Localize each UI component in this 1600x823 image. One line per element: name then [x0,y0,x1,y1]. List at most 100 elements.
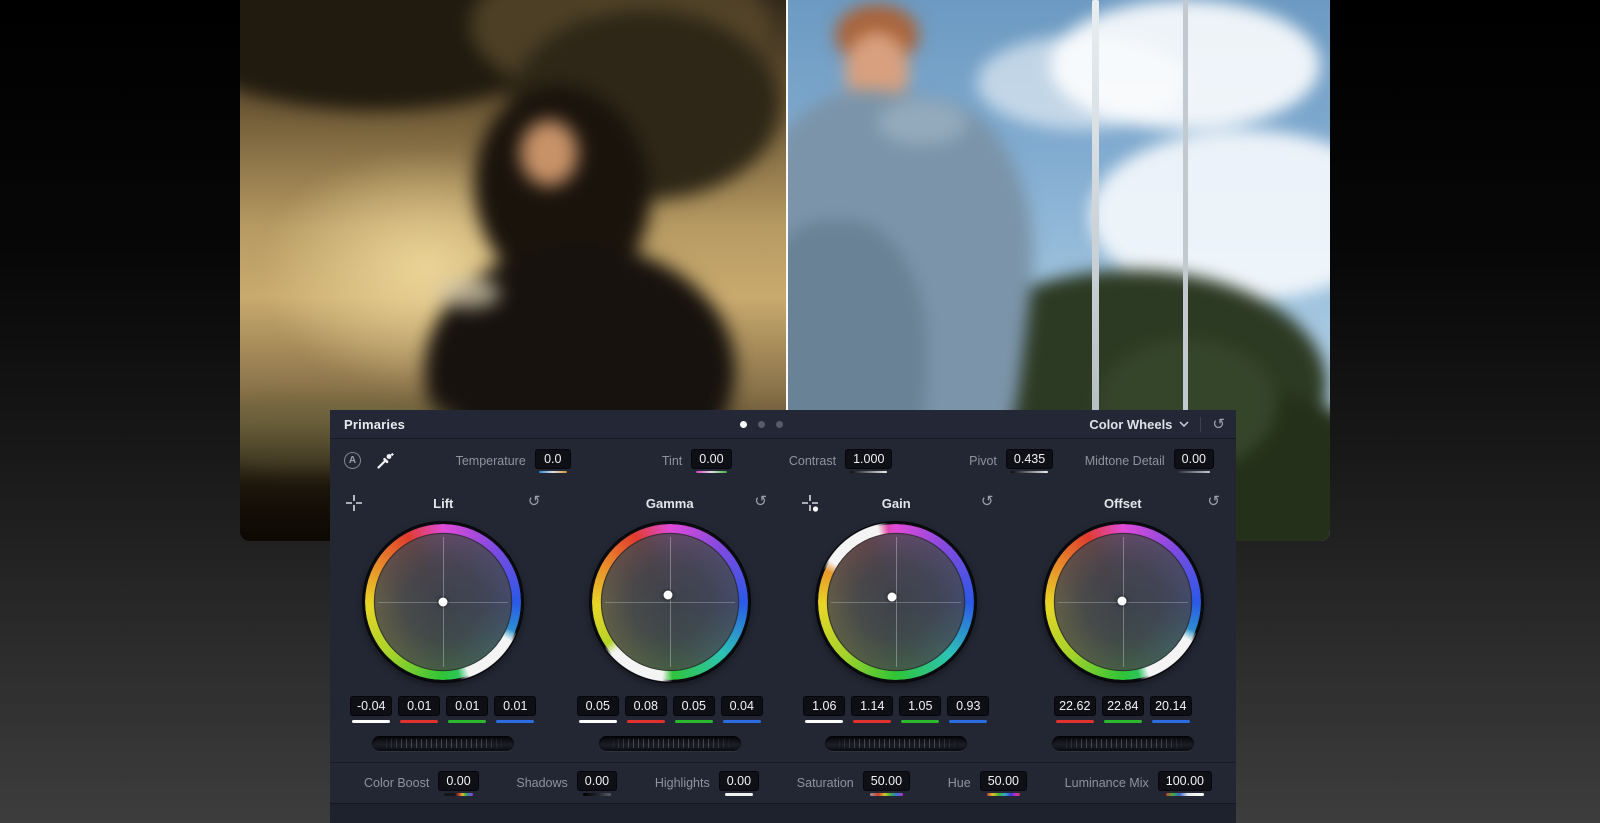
lift-wheel[interactable] [363,522,523,682]
color-boost-range-strip [444,793,472,796]
temperature-control: Temperature 0.0 [410,449,571,473]
gamma-column: Gamma ↺ 0.05 0.08 0.05 0.04 [557,489,784,751]
midtone-detail-value[interactable]: 0.00 [1174,449,1214,469]
header-divider [1200,417,1201,432]
offset-red-value[interactable]: 22.62 [1054,696,1096,716]
gain-green-value[interactable]: 1.05 [899,696,941,716]
tint-control: Tint 0.00 [571,449,732,473]
lift-wheel-indicator[interactable] [439,598,448,607]
shadows-range-strip [583,793,611,796]
gamma-reset-button[interactable]: ↺ [754,494,767,509]
crosshair-line [605,602,735,603]
offset-wheel[interactable] [1043,522,1203,682]
lift-color-picker-icon[interactable] [345,494,363,512]
red-channel-strip [400,720,438,723]
offset-title: Offset [1104,496,1142,511]
contrast-value[interactable]: 1.000 [845,449,892,469]
gain-reset-button[interactable]: ↺ [981,494,994,509]
gain-color-disc[interactable] [827,533,965,671]
page-dots [740,410,783,438]
gain-master-wheel[interactable] [825,736,967,751]
gamma-title: Gamma [646,496,694,511]
offset-wheel-indicator[interactable] [1117,597,1126,606]
lift-master-wheel[interactable] [372,736,514,751]
cloud-shape [977,35,1187,130]
red-channel-strip [627,720,665,723]
saturation-control: Saturation 50.00 [797,771,910,796]
gamma-red-value[interactable]: 0.08 [625,696,667,716]
gamma-master-wheel[interactable] [599,736,741,751]
panel-title: Primaries [344,417,405,432]
offset-blue-value[interactable]: 20.14 [1150,696,1192,716]
offset-green-value[interactable]: 22.84 [1102,696,1144,716]
color-wheels-area: Lift ↺ -0.04 0.01 0.01 0.01 [330,489,1236,751]
pivot-control: Pivot 0.435 [892,449,1053,473]
lift-master-value[interactable]: -0.04 [350,696,392,716]
pivot-value[interactable]: 0.435 [1006,449,1053,469]
lift-color-disc[interactable] [374,533,512,671]
luminance-mix-control: Luminance Mix 100.00 [1065,771,1212,796]
offset-color-disc[interactable] [1054,533,1192,671]
page-dot-1[interactable] [740,421,747,428]
page-dot-3[interactable] [776,421,783,428]
contrast-label: Contrast [789,454,836,468]
gain-wheel-indicator[interactable] [888,593,897,602]
color-boost-value[interactable]: 0.00 [438,771,478,791]
contrast-range-strip [850,471,887,473]
offset-reset-button[interactable]: ↺ [1207,494,1220,509]
hue-value[interactable]: 50.00 [980,771,1027,791]
panel-reset-button[interactable]: ↺ [1212,417,1225,432]
gain-blue-value[interactable]: 0.93 [947,696,989,716]
gain-master-value[interactable]: 1.06 [803,696,845,716]
white-balance-picker-icon[interactable] [376,451,395,470]
shadows-value[interactable]: 0.00 [577,771,617,791]
temperature-label: Temperature [456,454,526,468]
offset-column: Offset ↺ 22.62 22.84 20.14 [1010,489,1237,751]
gamma-wheel-indicator[interactable] [663,591,672,600]
temperature-value[interactable]: 0.0 [535,449,571,469]
contrast-control: Contrast 1.000 [732,449,893,473]
lift-green-value[interactable]: 0.01 [446,696,488,716]
hue-label: Hue [948,776,971,790]
master-wheel-ticks [834,739,958,748]
color-wheels-mode-dropdown[interactable]: Color Wheels [1089,417,1189,432]
pivot-range-strip [1011,471,1048,473]
gain-column: Gain ↺ 1.06 1.14 1.05 0.93 [783,489,1010,751]
lift-blue-value[interactable]: 0.01 [494,696,536,716]
auto-balance-button[interactable]: A [344,452,361,469]
page-dot-2[interactable] [758,421,765,428]
tint-range-strip [696,471,727,473]
gain-color-picker-icon[interactable] [801,494,819,512]
gamma-blue-value[interactable]: 0.04 [721,696,763,716]
highlights-value[interactable]: 0.00 [719,771,759,791]
midtone-detail-label: Midtone Detail [1085,454,1165,468]
offset-master-wheel[interactable] [1052,736,1194,751]
gamma-color-disc[interactable] [601,533,739,671]
gain-wheel[interactable] [816,522,976,682]
gain-red-value[interactable]: 1.14 [851,696,893,716]
chevron-down-icon [1179,421,1189,427]
temperature-range-strip [539,471,567,473]
tint-value[interactable]: 0.00 [691,449,731,469]
master-channel-strip [805,720,843,723]
lift-reset-button[interactable]: ↺ [528,494,541,509]
mode-label: Color Wheels [1089,417,1172,432]
luminance-mix-range-strip [1166,793,1204,796]
lift-title: Lift [433,496,453,511]
crosshair-line [831,602,961,603]
green-channel-strip [675,720,713,723]
color-wheels-panel: Primaries Color Wheels ↺ A T [330,410,1236,823]
gamma-wheel[interactable] [590,522,750,682]
lift-red-value[interactable]: 0.01 [398,696,440,716]
tool-icons: A [344,451,410,470]
shadows-control: Shadows 0.00 [516,771,617,796]
luminance-mix-label: Luminance Mix [1065,776,1149,790]
luminance-mix-value[interactable]: 100.00 [1158,771,1212,791]
gamma-green-value[interactable]: 0.05 [673,696,715,716]
gamma-master-value[interactable]: 0.05 [577,696,619,716]
pole-shape [1183,0,1188,440]
blue-channel-strip [723,720,761,723]
saturation-value[interactable]: 50.00 [863,771,910,791]
blue-channel-strip [496,720,534,723]
tint-label: Tint [662,454,682,468]
